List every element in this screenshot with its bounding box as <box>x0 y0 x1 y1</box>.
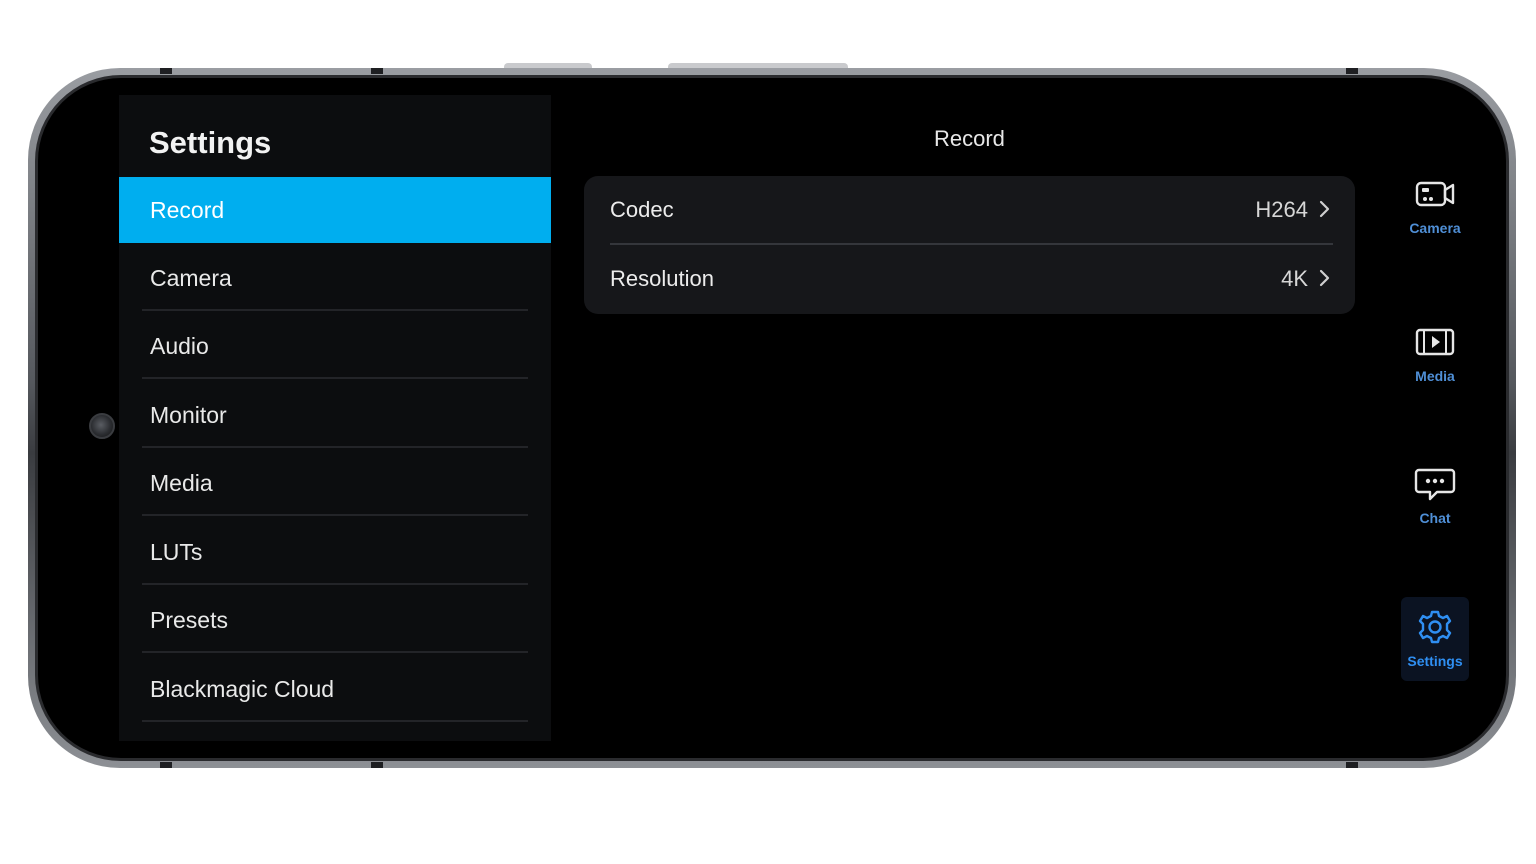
sidebar-item-label: Media <box>150 470 213 496</box>
page-title: Record <box>934 126 1005 151</box>
chevron-right-icon <box>1319 269 1330 287</box>
sidebar-item-label: Presets <box>150 607 228 633</box>
sidebar-item-monitor[interactable]: Monitor <box>119 382 551 448</box>
sidebar-item-camera[interactable]: Camera <box>119 245 551 311</box>
divider <box>142 446 528 448</box>
sidebar-item-audio[interactable]: Audio <box>119 313 551 379</box>
divider <box>142 377 528 379</box>
rail-camera[interactable]: Camera <box>1401 164 1469 244</box>
app-screen: Settings Record Camera Audio Monitor Med… <box>38 78 1506 758</box>
row-label: Codec <box>610 197 674 222</box>
resolution-row[interactable]: Resolution 4K <box>584 245 1355 313</box>
rail-label: Settings <box>1407 653 1463 669</box>
sidebar-item-label: Monitor <box>150 402 227 428</box>
record-settings-card: Codec H264 Resolution 4K <box>584 176 1355 314</box>
sidebar-item-label: Blackmagic Cloud <box>150 676 335 702</box>
sidebar-item-label: Audio <box>150 333 209 359</box>
sidebar-item-media[interactable]: Media <box>119 450 551 516</box>
rail-media[interactable]: Media <box>1401 312 1469 392</box>
antenna-band <box>160 68 172 74</box>
antenna-band <box>371 762 383 768</box>
rail-chat[interactable]: Chat <box>1401 454 1469 534</box>
divider <box>142 720 528 722</box>
chevron-right-icon <box>1319 200 1330 218</box>
chat-icon <box>1414 468 1456 501</box>
antenna-band <box>1346 762 1358 768</box>
sidebar-item-presets[interactable]: Presets <box>119 587 551 653</box>
row-value: 4K <box>1281 266 1308 291</box>
codec-row[interactable]: Codec H264 <box>584 176 1355 245</box>
antenna-band <box>1346 68 1358 74</box>
sidebar-title: Settings <box>149 125 272 160</box>
gear-icon <box>1418 610 1452 644</box>
divider <box>142 651 528 653</box>
rail-label: Media <box>1415 368 1455 384</box>
settings-sidebar: Settings Record Camera Audio Monitor Med… <box>119 95 551 741</box>
camera-icon <box>1415 181 1455 207</box>
sidebar-item-label: LUTs <box>150 539 203 565</box>
media-icon <box>1415 328 1455 356</box>
sidebar-item-blackmagic-cloud[interactable]: Blackmagic Cloud <box>119 656 551 722</box>
front-camera <box>89 413 115 439</box>
row-label: Resolution <box>610 266 714 291</box>
rail-settings[interactable]: Settings <box>1401 597 1469 681</box>
sidebar-item-record[interactable]: Record <box>119 177 551 243</box>
divider <box>142 583 528 585</box>
rail-label: Chat <box>1419 510 1451 526</box>
sidebar-item-label: Record <box>150 197 225 223</box>
phone-frame: Settings Record Camera Audio Monitor Med… <box>28 68 1516 768</box>
rail-label: Camera <box>1409 220 1461 236</box>
sidebar-item-luts[interactable]: LUTs <box>119 519 551 585</box>
divider <box>142 514 528 516</box>
sidebar-item-label: Camera <box>150 265 232 291</box>
row-value: H264 <box>1255 197 1308 222</box>
antenna-band <box>371 68 383 74</box>
antenna-band <box>160 762 172 768</box>
divider <box>142 309 528 311</box>
